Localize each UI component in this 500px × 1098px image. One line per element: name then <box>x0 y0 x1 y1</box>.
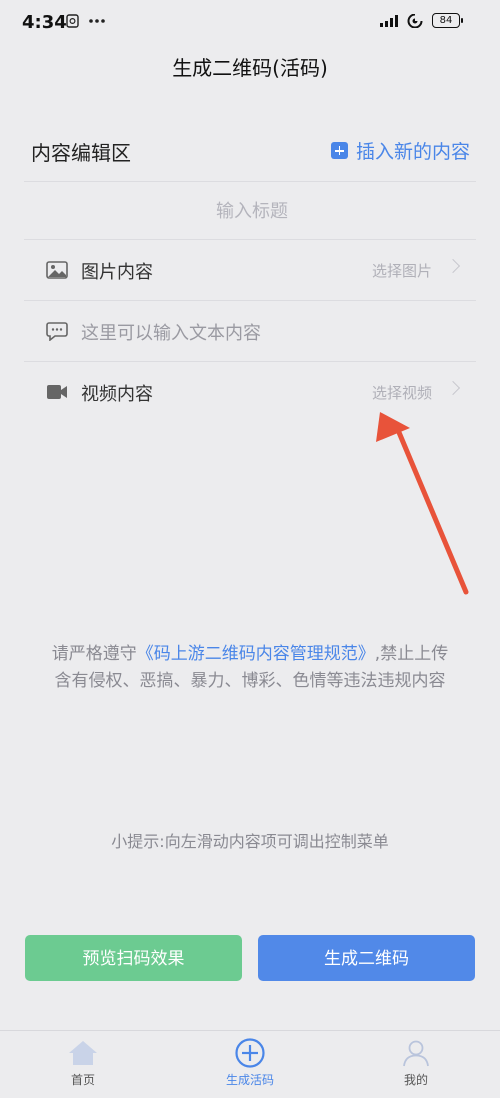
page-title: 生成二维码(活码) <box>172 56 328 80</box>
select-image-link[interactable]: 选择图片 <box>372 260 432 281</box>
wifi-icon <box>407 13 424 28</box>
insert-content-button[interactable]: 插入新的内容 <box>330 137 470 164</box>
generate-qrcode-button[interactable]: 生成二维码 <box>258 935 475 981</box>
video-content-row[interactable]: 视频内容 选择视频 <box>24 362 476 422</box>
tab-generate-label: 生成活码 <box>225 1073 274 1087</box>
status-time: 4:34 <box>22 12 67 33</box>
title-input[interactable] <box>24 182 480 240</box>
text-content-row[interactable]: 这里可以输入文本内容 <box>24 301 476 361</box>
image-content-row[interactable]: 图片内容 选择图片 <box>24 240 476 300</box>
image-icon <box>46 261 68 279</box>
more-dots-icon <box>89 19 105 23</box>
tab-mine[interactable]: 我的 <box>356 1031 476 1098</box>
notification-app-icon <box>66 14 79 28</box>
plus-circle-icon <box>235 1038 265 1068</box>
insert-content-label: 插入新的内容 <box>355 141 470 163</box>
swipe-tip: 小提示:向左滑动内容项可调出控制菜单 <box>111 832 389 851</box>
select-video-link[interactable]: 选择视频 <box>372 382 432 403</box>
battery-icon: 84 <box>432 13 463 28</box>
preview-scan-button[interactable]: 预览扫码效果 <box>25 935 242 981</box>
tab-mine-label: 我的 <box>403 1073 428 1087</box>
status-bar: 4:34 84 <box>0 0 500 46</box>
tab-bar: 首页 生成活码 我的 <box>0 1030 500 1098</box>
chevron-right-icon <box>445 258 461 274</box>
tab-generate[interactable]: 生成活码 <box>190 1031 310 1098</box>
tab-home[interactable]: 首页 <box>23 1031 143 1098</box>
policy-link[interactable]: 《码上游二维码内容管理规范》 <box>137 644 375 664</box>
content-policy-notice: 请严格遵守《码上游二维码内容管理规范》,禁止上传含有侵权、恶搞、暴力、博彩、色情… <box>50 641 450 695</box>
chevron-right-icon <box>445 380 461 396</box>
image-content-label: 图片内容 <box>81 262 153 283</box>
video-icon <box>47 385 67 399</box>
section-title: 内容编辑区 <box>31 141 131 165</box>
tab-home-label: 首页 <box>70 1073 95 1087</box>
editor-header: 内容编辑区 插入新的内容 <box>0 124 500 180</box>
user-icon <box>403 1040 429 1067</box>
text-content-placeholder[interactable]: 这里可以输入文本内容 <box>81 319 261 345</box>
plus-square-icon <box>330 142 348 159</box>
video-content-label: 视频内容 <box>81 384 153 405</box>
chat-icon <box>46 322 68 341</box>
notice-prefix: 请严格遵守 <box>51 644 137 664</box>
home-icon <box>69 1041 97 1065</box>
signal-icon <box>380 14 398 27</box>
